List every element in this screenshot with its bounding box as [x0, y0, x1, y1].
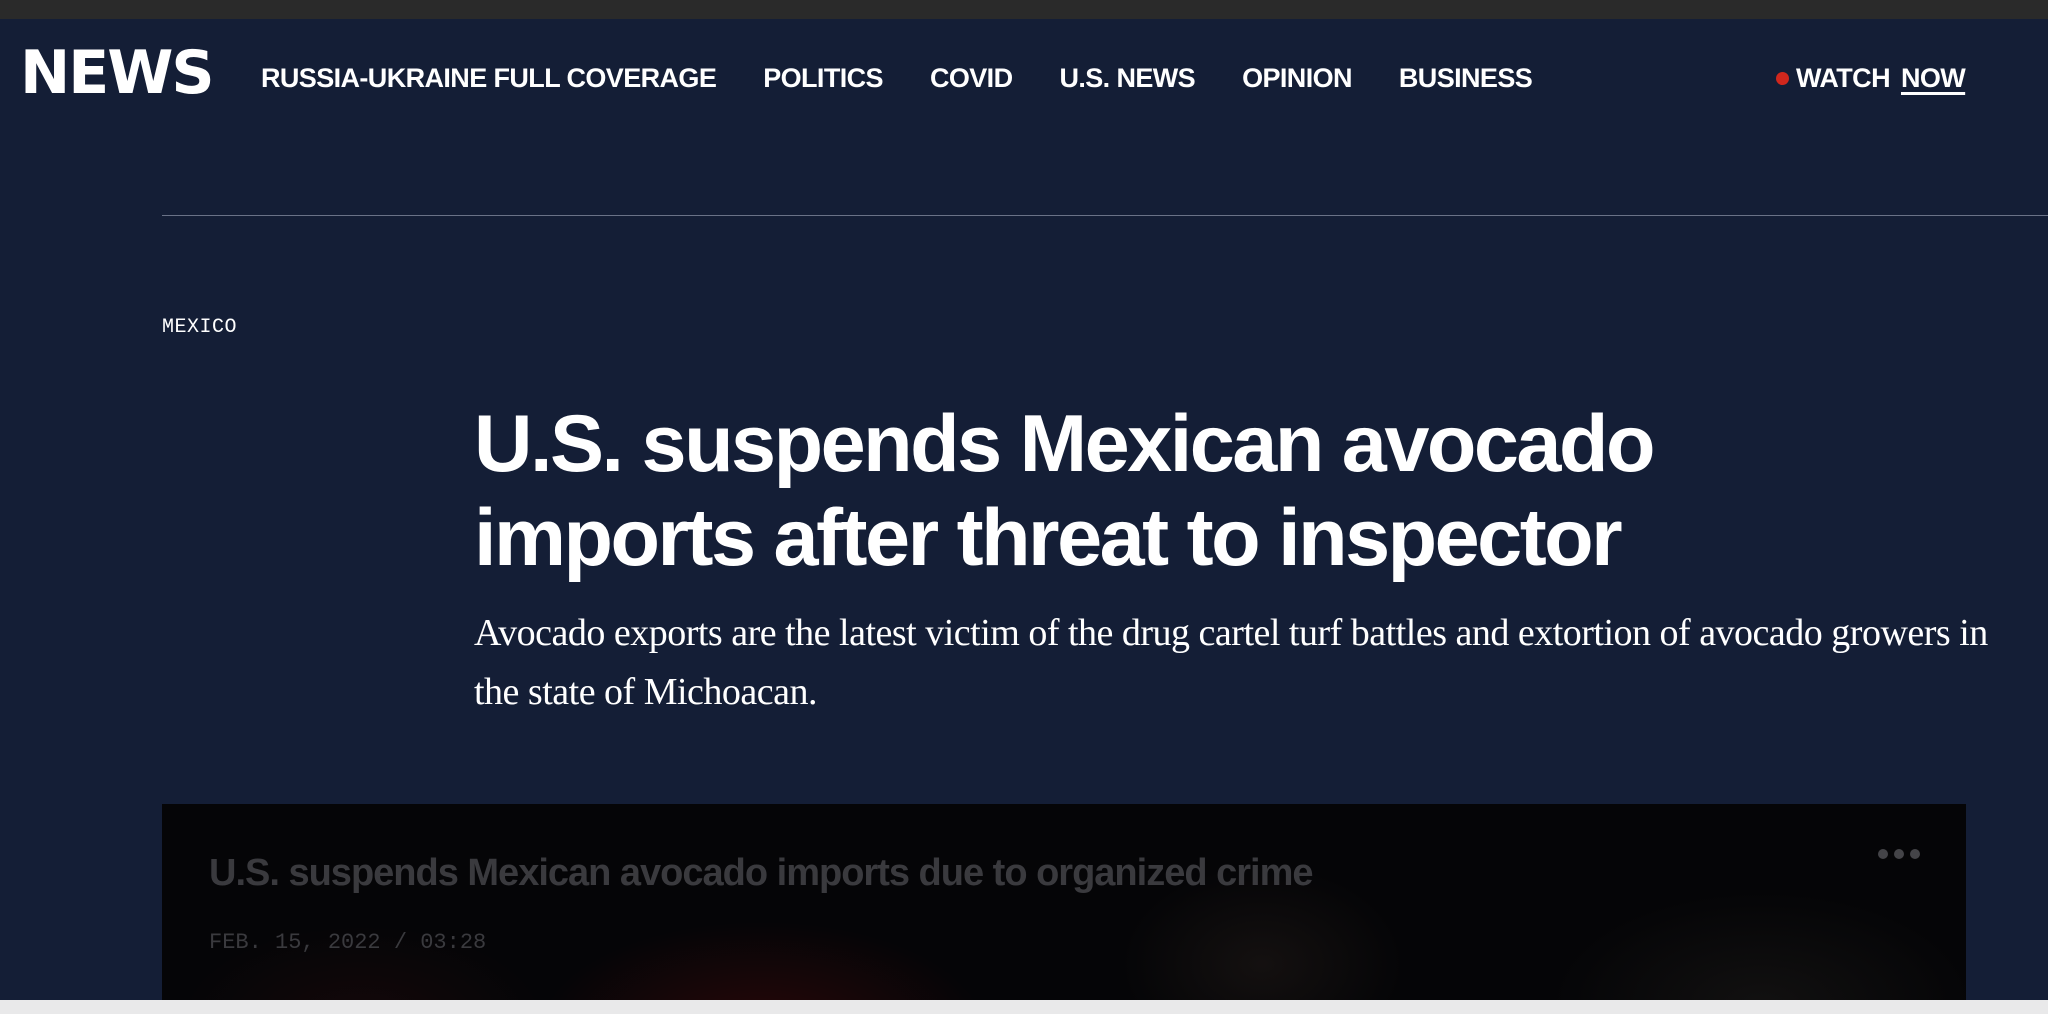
video-player[interactable]: U.S. suspends Mexican avocado imports du…: [162, 804, 1966, 1014]
bottom-strip: [0, 1000, 2048, 1014]
main-nav: RUSSIA-UKRAINE FULL COVERAGE POLITICS CO…: [261, 62, 1579, 94]
browser-top-strip: [0, 0, 2048, 19]
more-dot: [1894, 849, 1904, 859]
site-header: NEWS RUSSIA-UKRAINE FULL COVERAGE POLITI…: [0, 19, 2048, 139]
article-section-label[interactable]: MEXICO: [162, 316, 237, 339]
nav-item-covid[interactable]: COVID: [930, 62, 1013, 94]
live-dot-icon: [1776, 71, 1789, 85]
nav-item-politics[interactable]: POLITICS: [763, 62, 883, 94]
nav-item-russia-ukraine[interactable]: RUSSIA-UKRAINE FULL COVERAGE: [261, 62, 717, 94]
video-thumbnail: [162, 804, 1966, 1014]
header-divider: [162, 215, 2048, 216]
watch-label: WATCH: [1796, 63, 1891, 93]
more-dot: [1878, 849, 1888, 859]
video-title: U.S. suspends Mexican avocado imports du…: [209, 852, 1314, 894]
video-date-duration: FEB. 15, 2022 / 03:28: [209, 930, 487, 955]
nav-item-business[interactable]: BUSINESS: [1399, 62, 1533, 94]
article-dek: Avocado exports are the latest victim of…: [474, 612, 1988, 713]
nav-item-opinion[interactable]: OPINION: [1242, 62, 1352, 94]
more-dot: [1910, 849, 1920, 859]
nav-item-us-news[interactable]: U.S. NEWS: [1059, 62, 1195, 94]
watch-now-label: NOW: [1900, 63, 1966, 93]
site-logo[interactable]: NEWS: [20, 43, 215, 103]
more-horizontal-icon[interactable]: [1878, 849, 1920, 859]
watch-now-link[interactable]: WATCH NOW: [1776, 62, 1966, 94]
article-headline: U.S. suspends Mexican avocado imports af…: [474, 399, 1655, 583]
